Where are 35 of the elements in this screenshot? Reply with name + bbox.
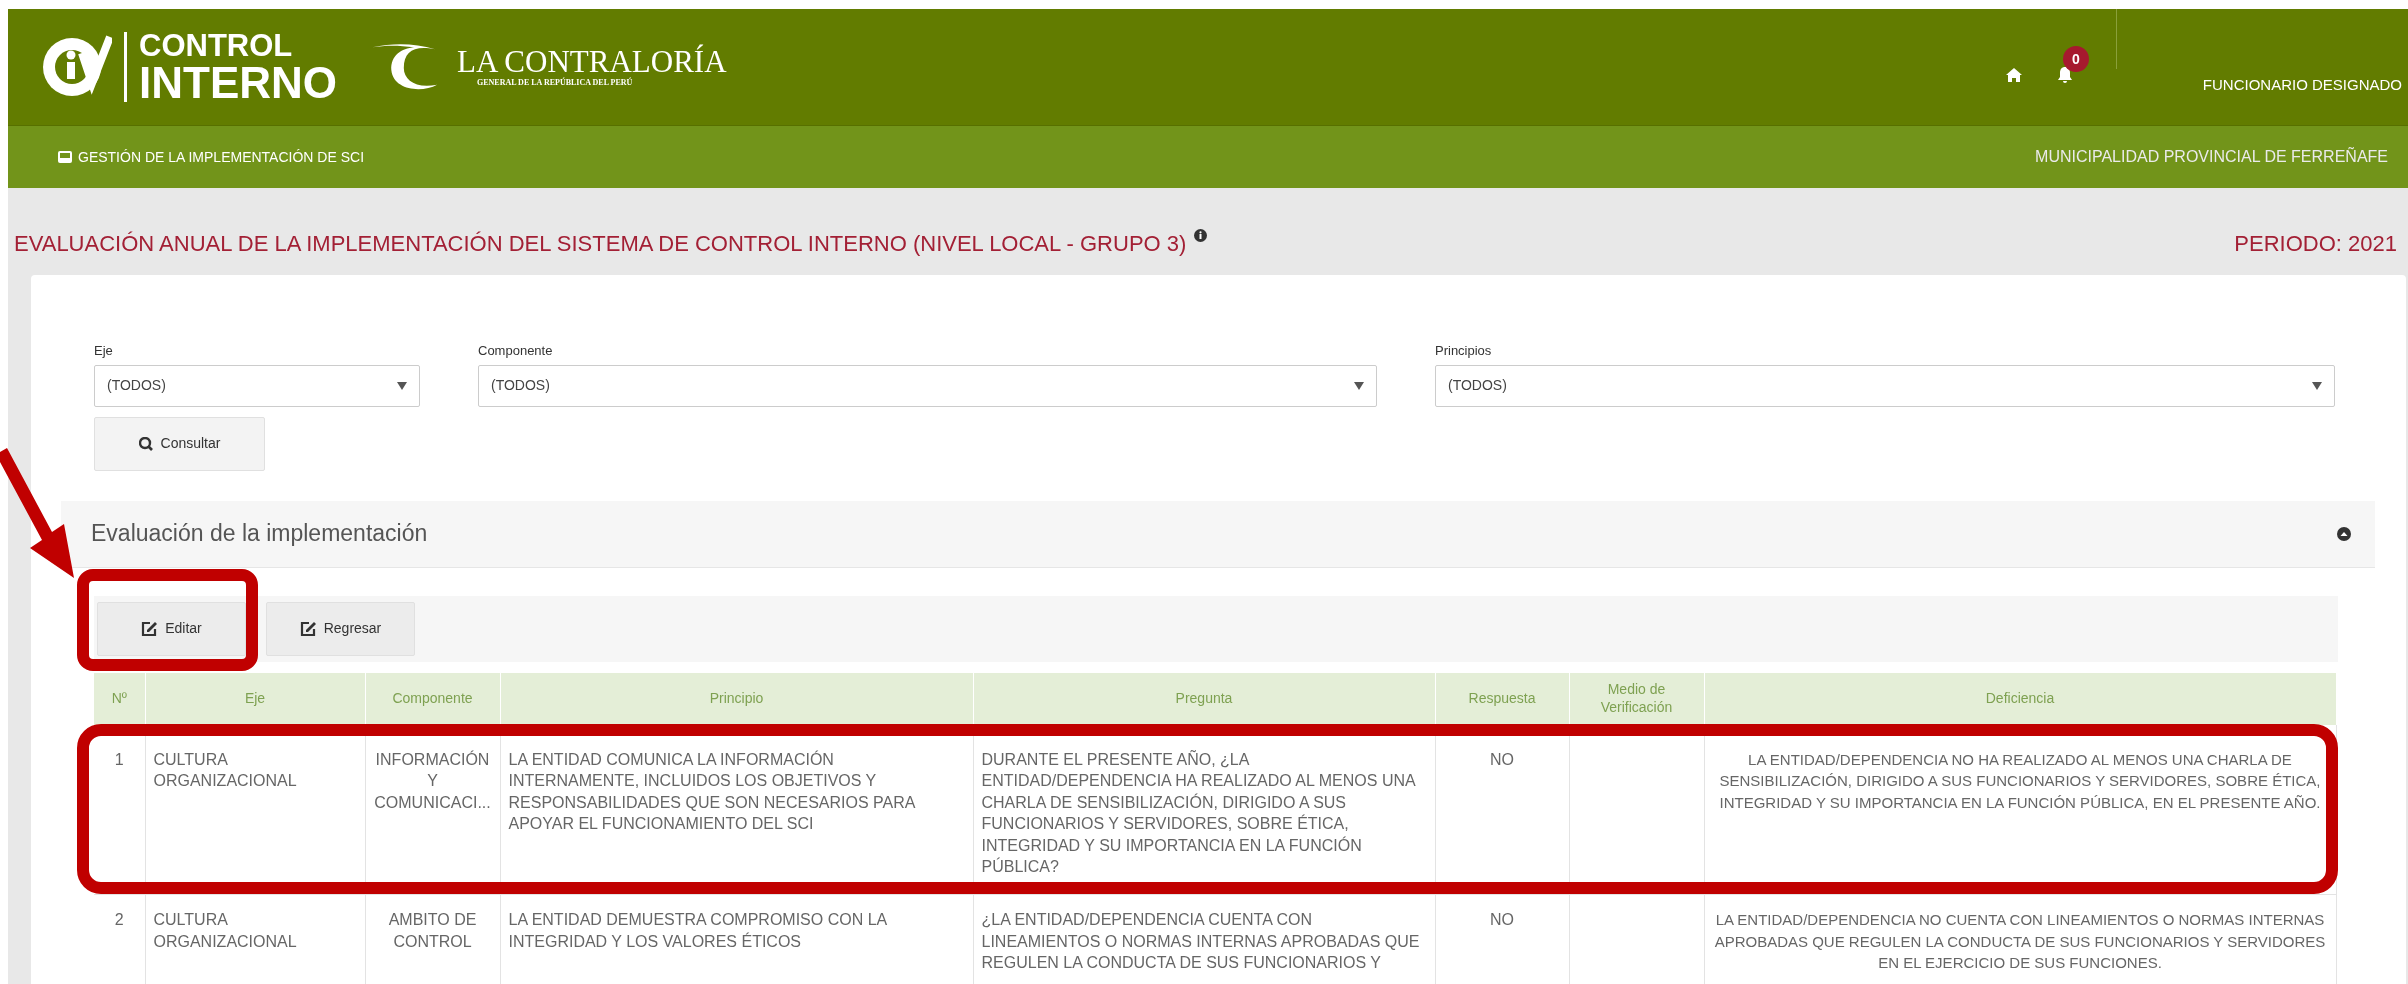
- table-cell: ¿LA ENTIDAD/DEPENDENCIA CUENTA CON LINEAMIENTOS O NORMAS INTERNAS APROBADAS QUE REGULEN LA CONDUCTA DE SUS FUNCIONARIOS Y: [973, 894, 1435, 984]
- table-cell: LA ENTIDAD/DEPENDENCIA NO CUENTA CON LINEAMIENTOS O NORMAS INTERNAS APROBADAS QUE REGULEN LA CONDUCTA DE SUS FUNCIONARIOS Y SERVIDORES EN EL EJERCICIO DE SUS FUNCIONES.: [1704, 894, 2336, 984]
- column-header: Deficiencia: [1704, 672, 2336, 725]
- column-header: Respuesta: [1435, 672, 1569, 725]
- table-cell: NO: [1435, 894, 1569, 984]
- table-cell: LA ENTIDAD DEMUESTRA COMPROMISO CON LA INTEGRIDAD Y LOS VALORES ÉTICOS: [500, 894, 973, 984]
- column-header: Pregunta: [973, 672, 1435, 725]
- edit-button[interactable]: Editar: [97, 601, 246, 656]
- consult-button[interactable]: Consultar: [94, 416, 265, 471]
- column-header: Medio de Verificación: [1569, 672, 1704, 725]
- filter-label: Principios: [1435, 342, 1493, 360]
- user-menu[interactable]: FUNCIONARIO DESIGNADO: [2202, 73, 2402, 97]
- back-button[interactable]: Regresar: [266, 601, 415, 656]
- filter-select[interactable]: (TODOS): [478, 364, 1377, 407]
- period-label: PERIODO: 2021: [2234, 230, 2397, 258]
- entity-name: MUNICIPALIDAD PROVINCIAL DE FERREÑAFE: [2035, 146, 2388, 167]
- logo-text: CONTROL: [139, 29, 294, 61]
- panel-title: Evaluación de la implementación: [91, 519, 428, 549]
- column-header: Nº: [94, 672, 145, 725]
- filter-label: Componente: [478, 342, 554, 360]
- org-name: LA CONTRALORÍA: [457, 45, 727, 77]
- logo-text: INTERNO: [139, 60, 337, 105]
- column-header: Eje: [145, 672, 365, 725]
- module-title: GESTIÓN DE LA IMPLEMENTACIÓN DE SCI: [78, 147, 364, 167]
- column-header: Principio: [500, 672, 973, 725]
- org-subtitle: GENERAL DE LA REPÚBLICA DEL PERÚ: [477, 76, 634, 89]
- page-title: EVALUACIÓN ANUAL DE LA IMPLEMENTACIÓN DEL SISTEMA DE CONTROL INTERNO (NIVEL LOCAL - GRUPO 3): [14, 230, 1187, 258]
- table-cell: CULTURA ORGANIZACIONAL: [145, 894, 365, 984]
- filter-label: Eje: [94, 342, 114, 360]
- table-cell: 2: [94, 894, 145, 984]
- column-header: Componente: [365, 672, 500, 725]
- notification-badge: 0: [2062, 46, 2089, 72]
- table-cell: AMBITO DE CONTROL: [365, 894, 500, 984]
- filter-select[interactable]: (TODOS): [94, 364, 420, 407]
- filter-select[interactable]: (TODOS): [1435, 364, 2335, 407]
